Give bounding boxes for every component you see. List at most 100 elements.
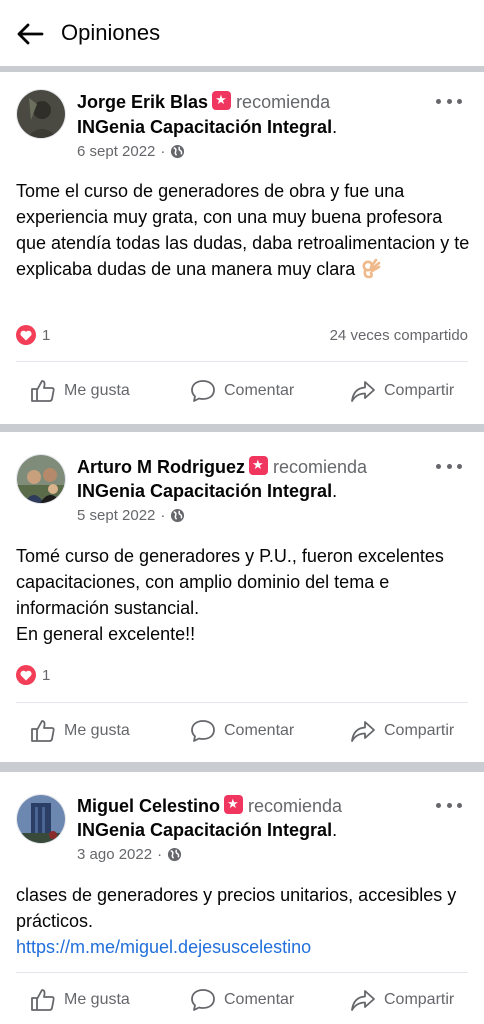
avatar[interactable] (16, 794, 66, 844)
share-button[interactable]: Compartir (350, 711, 454, 751)
comment-label: Comentar (224, 991, 295, 1008)
back-arrow-icon (17, 23, 44, 45)
comment-button[interactable]: Comentar (190, 980, 294, 1020)
author-name[interactable]: Arturo M Rodriguez (77, 457, 245, 477)
share-arrow-icon (351, 381, 375, 402)
post-header-line: Miguel Celestino recomienda (77, 795, 342, 817)
author-name[interactable]: Jorge Erik Blas (77, 92, 208, 112)
dot-icon (446, 802, 452, 808)
review-post: Jorge Erik Blas recomienda INGenia Capaci… (0, 72, 484, 424)
post-text: Tomé curso de generadores y P.U., fueron… (16, 543, 471, 647)
meta-separator: · (157, 846, 163, 863)
post-date[interactable]: 5 sept 2022 (77, 507, 155, 524)
review-post: Miguel Celestino recomienda INGenia Capac… (0, 772, 484, 1024)
like-button[interactable]: Me gusta (30, 711, 130, 751)
avatar[interactable] (16, 454, 66, 504)
ok-hand-emoji-icon (362, 258, 381, 279)
dot-icon (457, 98, 462, 104)
section-divider (0, 762, 484, 772)
comment-bubble-icon (191, 720, 215, 742)
period: . (332, 117, 338, 137)
action-divider (16, 702, 468, 703)
page-name[interactable]: INGenia Capacitación Integral (77, 820, 332, 840)
review-post: Arturo M Rodriguez recomienda INGenia Cap… (0, 432, 484, 762)
meta-separator: · (160, 507, 166, 524)
avatar[interactable] (16, 89, 66, 139)
page-title: Opiniones (61, 20, 161, 45)
share-label: Compartir (384, 991, 455, 1008)
period: . (332, 481, 338, 501)
like-button[interactable]: Me gusta (30, 980, 130, 1020)
recommends-label: recomienda (236, 92, 331, 112)
globe-icon (168, 847, 182, 862)
meta-separator: · (160, 143, 166, 160)
recommend-badge-icon (224, 795, 244, 814)
post-header-line: Arturo M Rodriguez recomienda (77, 456, 367, 478)
post-text: clases de generadores y precios unitario… (16, 882, 471, 960)
share-label: Compartir (384, 722, 455, 739)
like-button[interactable]: Me gusta (30, 371, 130, 411)
page-name[interactable]: INGenia Capacitación Integral (77, 117, 332, 137)
page-name[interactable]: INGenia Capacitación Integral (77, 481, 332, 501)
globe-icon (171, 144, 185, 159)
post-link[interactable]: https://m.me/miguel.dejesuscelestino (16, 934, 471, 960)
comment-label: Comentar (224, 722, 295, 739)
dot-icon (446, 463, 452, 469)
back-button[interactable] (14, 18, 46, 50)
comment-button[interactable]: Comentar (190, 371, 294, 411)
comment-bubble-icon (191, 380, 215, 402)
more-options-button[interactable] (436, 91, 462, 111)
thumbs-up-icon (31, 720, 55, 742)
thumbs-up-icon (31, 989, 55, 1011)
period: . (332, 820, 338, 840)
share-label: Compartir (384, 382, 455, 399)
post-meta: 6 sept 2022 · (77, 143, 185, 160)
page-name-line: INGenia Capacitación Integral. (77, 116, 337, 138)
post-date[interactable]: 6 sept 2022 (77, 143, 155, 160)
love-reaction-icon (16, 325, 36, 345)
dot-icon (457, 802, 462, 808)
author-name[interactable]: Miguel Celestino (77, 796, 220, 816)
post-actions: Me gusta Comentar Compartir (0, 371, 484, 411)
share-button[interactable]: Compartir (350, 371, 454, 411)
top-app-bar: Opiniones (0, 0, 484, 66)
share-count[interactable]: 24 veces compartido (330, 327, 468, 344)
reaction-summary[interactable]: 1 (16, 665, 50, 685)
action-divider (16, 972, 468, 973)
post-actions: Me gusta Comentar Compartir (0, 711, 484, 751)
share-button[interactable]: Compartir (350, 980, 454, 1020)
post-header-line: Jorge Erik Blas recomienda (77, 91, 330, 113)
dot-icon (436, 802, 441, 808)
post-meta: 5 sept 2022 · (77, 507, 185, 524)
post-meta: 3 ago 2022 · (77, 846, 182, 863)
like-label: Me gusta (64, 382, 130, 399)
reaction-summary[interactable]: 1 (16, 325, 50, 345)
dot-icon (446, 98, 452, 104)
dot-icon (436, 98, 441, 104)
post-text-paragraph: clases de generadores y precios unitario… (16, 885, 457, 931)
recommends-label: recomienda (273, 457, 368, 477)
dot-icon (457, 463, 462, 469)
reaction-count: 1 (42, 326, 51, 344)
recommend-badge-icon (249, 456, 268, 475)
recommend-badge-icon (212, 91, 232, 110)
globe-icon (171, 508, 185, 523)
thumbs-up-icon (31, 380, 55, 402)
more-options-button[interactable] (436, 456, 462, 476)
page-name-line: INGenia Capacitación Integral. (77, 480, 337, 502)
love-reaction-icon (16, 665, 36, 685)
comment-bubble-icon (191, 989, 215, 1011)
post-text: Tome el curso de generadores de obra y f… (16, 178, 471, 282)
action-divider (16, 361, 468, 362)
more-options-button[interactable] (436, 795, 462, 815)
comment-button[interactable]: Comentar (190, 711, 294, 751)
post-date[interactable]: 3 ago 2022 (77, 846, 152, 863)
comment-label: Comentar (224, 382, 295, 399)
reaction-count: 1 (42, 666, 51, 684)
post-actions: Me gusta Comentar Compartir (0, 980, 484, 1020)
like-label: Me gusta (64, 991, 130, 1008)
recommends-label: recomienda (248, 796, 343, 816)
post-text-paragraph: En general excelente!! (16, 624, 196, 644)
section-divider (0, 424, 484, 432)
post-text-paragraph: Tome el curso de generadores de obra y f… (16, 181, 470, 279)
